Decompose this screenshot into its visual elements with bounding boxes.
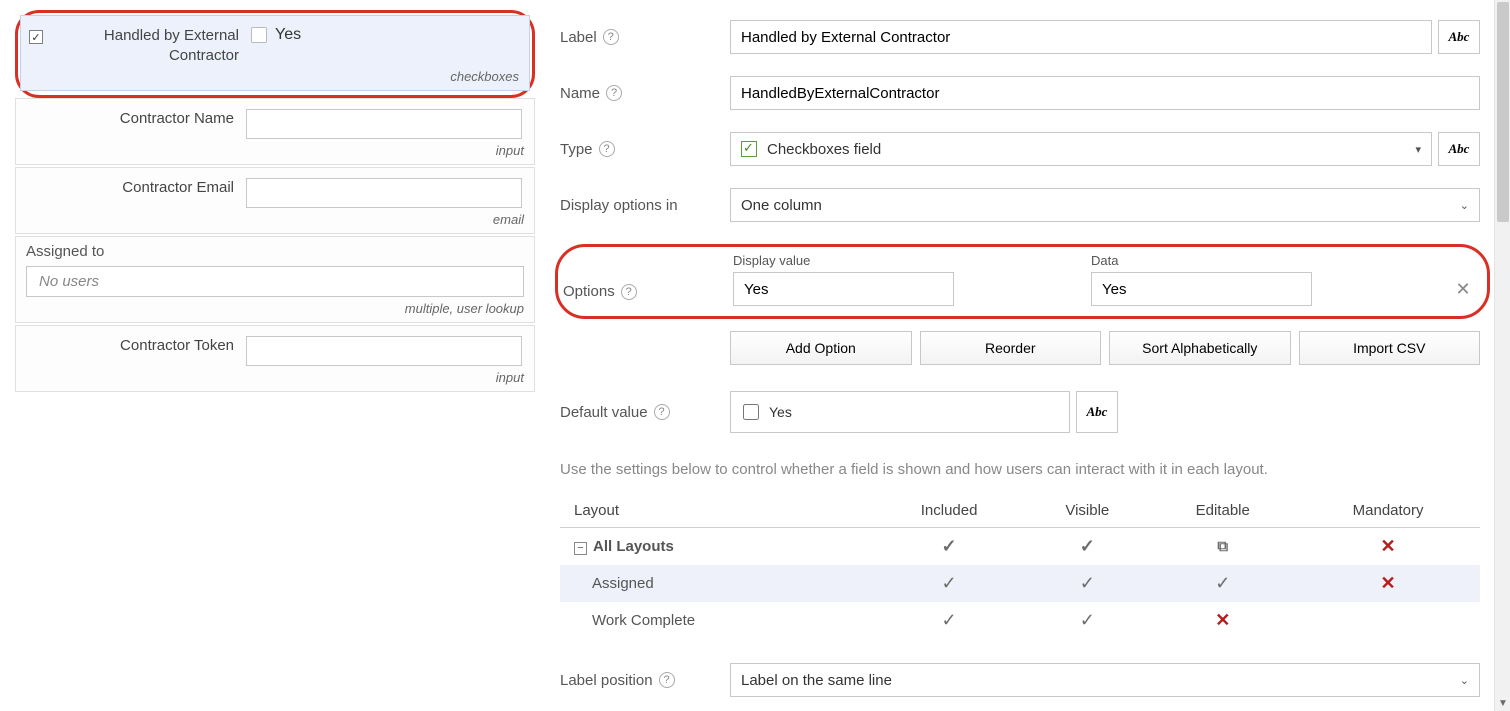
field-label: Contractor Token (46, 336, 246, 356)
default-value-checkbox[interactable] (743, 404, 759, 420)
x-icon[interactable]: ✕ (1381, 536, 1396, 556)
highlight-handled-by-external: ✓ Handled by External Contractor Yes che… (15, 10, 535, 98)
help-icon[interactable]: ? (659, 672, 675, 688)
field-type-tag: checkboxes (21, 69, 529, 90)
type-select-value: Checkboxes field (767, 141, 881, 158)
form-preview-panel: ✓ Handled by External Contractor Yes che… (0, 0, 545, 711)
reorder-button[interactable]: Reorder (920, 331, 1102, 365)
check-icon[interactable]: ✓ (942, 610, 957, 630)
scrollbar-thumb[interactable] (1497, 2, 1509, 222)
collapse-icon[interactable]: − (574, 542, 587, 555)
prop-default-value-label: Default value (560, 404, 648, 421)
highlight-options-row: Options ? Display value Data ✕ (555, 244, 1490, 319)
abc-button[interactable]: Abc (1076, 391, 1118, 433)
field-type-tag: multiple, user lookup (16, 301, 534, 322)
layout-row-assigned[interactable]: Assigned ✓ ✓ ✓ ✕ (560, 565, 1480, 602)
abc-button[interactable]: Abc (1438, 132, 1480, 166)
prop-display-options-label: Display options in (560, 197, 678, 214)
layout-settings-table: Layout Included Visible Editable Mandato… (560, 494, 1480, 639)
col-mandatory: Mandatory (1296, 494, 1480, 528)
x-icon[interactable]: ✕ (1215, 610, 1230, 630)
label-position-value: Label on the same line (741, 672, 892, 689)
prop-type-label: Type (560, 141, 593, 158)
prop-options-label: Options (563, 283, 615, 300)
contractor-email-input[interactable] (246, 178, 522, 208)
display-options-value: One column (741, 197, 822, 214)
check-icon[interactable]: ✓ (942, 573, 957, 593)
contractor-name-input[interactable] (246, 109, 522, 139)
scroll-down-icon[interactable]: ▼ (1498, 698, 1508, 709)
option-display-input[interactable] (733, 272, 954, 306)
abc-button[interactable]: Abc (1438, 20, 1480, 54)
field-properties-panel: Label ? Abc Name ? Type ? (545, 0, 1510, 711)
display-options-select[interactable]: One column ⌄ (730, 188, 1480, 222)
check-icon[interactable]: ✓ (1080, 610, 1095, 630)
field-contractor-name[interactable]: Contractor Name input (15, 98, 535, 165)
field-type-tag: input (16, 370, 534, 391)
label-position-select[interactable]: Label on the same line ⌄ (730, 663, 1480, 697)
check-icon[interactable]: ✓ (1080, 573, 1095, 593)
sort-alpha-button[interactable]: Sort Alphabetically (1109, 331, 1291, 365)
option-data-input[interactable] (1091, 272, 1312, 306)
col-visible: Visible (1025, 494, 1149, 528)
option-display-header: Display value (733, 253, 1083, 268)
checkbox-yes[interactable] (251, 27, 267, 43)
assigned-to-lookup[interactable]: No users (26, 266, 524, 297)
scrollbar[interactable]: ▼ (1494, 0, 1510, 711)
checkbox-option-label: Yes (275, 26, 301, 44)
name-input[interactable] (730, 76, 1480, 110)
import-csv-button[interactable]: Import CSV (1299, 331, 1481, 365)
prop-label-label: Label (560, 29, 597, 46)
option-data-header: Data (1091, 253, 1441, 268)
field-label: Contractor Email (46, 178, 246, 198)
copy-icon[interactable]: ⧉ (1217, 538, 1228, 555)
field-label: Assigned to (16, 237, 534, 266)
help-icon[interactable]: ? (603, 29, 619, 45)
chevron-down-icon: ⌄ (1460, 674, 1469, 687)
help-icon[interactable]: ? (621, 284, 637, 300)
contractor-token-input[interactable] (246, 336, 522, 366)
x-icon[interactable]: ✕ (1381, 573, 1396, 593)
layout-row-all[interactable]: −All Layouts ✓ ✓ ⧉ ✕ (560, 528, 1480, 566)
field-type-tag: email (16, 212, 534, 233)
help-icon[interactable]: ? (599, 141, 615, 157)
col-layout: Layout (560, 494, 873, 528)
help-icon[interactable]: ? (654, 404, 670, 420)
check-icon[interactable]: ✓ (1080, 536, 1095, 556)
remove-option-icon[interactable]: ✕ (1449, 272, 1477, 306)
col-editable: Editable (1149, 494, 1296, 528)
field-assigned-to[interactable]: Assigned to No users multiple, user look… (15, 236, 535, 323)
field-contractor-email[interactable]: Contractor Email email (15, 167, 535, 234)
check-icon[interactable]: ✓ (942, 536, 957, 556)
field-selected-checkbox[interactable]: ✓ (29, 30, 43, 44)
layout-help-text: Use the settings below to control whethe… (560, 461, 1480, 478)
help-icon[interactable]: ? (606, 85, 622, 101)
field-type-tag: input (16, 143, 534, 164)
field-contractor-token[interactable]: Contractor Token input (15, 325, 535, 392)
default-value-option-label: Yes (769, 404, 792, 420)
field-label: Contractor Name (46, 109, 246, 129)
chevron-down-icon: ⌄ (1460, 199, 1469, 212)
add-option-button[interactable]: Add Option (730, 331, 912, 365)
chevron-down-icon: ▾ (1415, 143, 1421, 156)
prop-name-label: Name (560, 85, 600, 102)
field-label: Handled by External Contractor (51, 26, 251, 65)
type-select[interactable]: Checkboxes field ▾ (730, 132, 1432, 166)
checkbox-field-icon (741, 141, 757, 157)
default-value-box[interactable]: Yes (730, 391, 1070, 433)
field-handled-by-external-contractor[interactable]: ✓ Handled by External Contractor Yes che… (20, 15, 530, 91)
col-included: Included (873, 494, 1025, 528)
check-icon[interactable]: ✓ (1215, 573, 1230, 593)
layout-row-work-complete[interactable]: Work Complete ✓ ✓ ✕ (560, 602, 1480, 639)
prop-label-position-label: Label position (560, 672, 653, 689)
label-input[interactable] (730, 20, 1432, 54)
